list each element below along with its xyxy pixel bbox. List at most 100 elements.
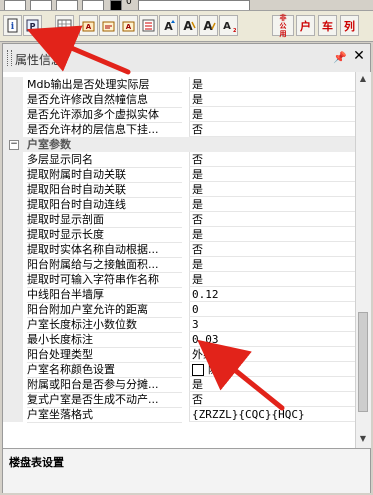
description-title: 楼盘表设置 [9, 456, 64, 469]
row-gutter [3, 317, 23, 332]
row-gutter [3, 377, 23, 392]
property-value[interactable]: 否 [189, 122, 355, 137]
property-row[interactable]: 户室长度标注小数位数 3 [3, 317, 355, 333]
pin-icon[interactable]: 📌 [333, 51, 347, 64]
color-swatch-icon [110, 0, 122, 10]
scroll-down-icon[interactable]: ▼ [358, 434, 368, 444]
row-gutter [3, 107, 23, 122]
car-button[interactable]: 车 [318, 15, 337, 36]
property-value[interactable]: 是 [189, 257, 355, 272]
row-gutter [3, 332, 23, 347]
property-value[interactable]: 随块 [189, 362, 355, 377]
layer-value: 0 [126, 0, 132, 7]
svg-text:A: A [126, 23, 132, 31]
property-row[interactable]: 是否允许材的层信息下挂... 否 [3, 122, 355, 138]
property-name: 提取时可输入字符串作名称 [27, 272, 182, 288]
collapse-icon[interactable]: − [9, 140, 19, 150]
property-value[interactable]: {ZRZZL}{CQC}{HQC} [189, 407, 355, 422]
row-gutter [3, 272, 23, 287]
property-value[interactable]: 是 [189, 272, 355, 287]
panel-titlebar[interactable]: 属性信息 📌 ✕ [3, 44, 370, 73]
property-value[interactable]: 是 [189, 107, 355, 122]
row-gutter [3, 407, 23, 422]
text-up-icon[interactable]: A [159, 15, 178, 36]
row-gutter [3, 392, 23, 407]
toolbar-fragment [4, 0, 26, 10]
property-row[interactable]: 提取阳台时自动连线是 [3, 197, 355, 213]
property-row[interactable]: 户室坐落格式 {ZRZZL}{CQC}{HQC} [3, 407, 355, 423]
property-name: 提取时实体名称自动根据... [27, 242, 182, 258]
public-button[interactable]: 非公用 [272, 14, 294, 38]
property-name: 提取时显示长度 [27, 227, 182, 243]
toolbar-fragment [56, 0, 78, 10]
property-name: 提取时显示剖面 [27, 212, 182, 228]
household-label: 户 [300, 19, 311, 33]
property-row[interactable]: 是否允许修改自然幢信息是 [3, 92, 355, 108]
row-gutter [3, 302, 23, 317]
property-row[interactable]: 提取时可输入字符串作名称是 [3, 272, 355, 288]
property-row[interactable]: 复式户室是否生成不动产... 否 [3, 392, 355, 408]
property-row[interactable]: 是否允许添加多个虚拟实体是 [3, 107, 355, 123]
property-row[interactable]: 附属或阳台是否参与分摊... 是 [3, 377, 355, 393]
property-row[interactable]: 中线阳台半墙厚 0.12 [3, 287, 355, 303]
property-name: 阳台附属给与之接触面积... [27, 257, 182, 273]
property-row[interactable]: 提取时显示长度是 [3, 227, 355, 243]
text-style-icon[interactable]: A [79, 15, 98, 36]
vertical-scrollbar[interactable]: ▲ ▼ [355, 72, 371, 448]
property-row[interactable]: 提取阳台时自动关联是 [3, 182, 355, 198]
description-pane: 楼盘表设置 [3, 448, 370, 493]
close-icon[interactable]: ✕ [352, 49, 366, 63]
text-bold-icon[interactable]: A [119, 15, 138, 36]
property-row[interactable]: Mdb输出是否处理实际层是 [3, 77, 355, 93]
property-value[interactable]: 是 [189, 92, 355, 107]
property-value[interactable]: 是 [189, 197, 355, 212]
toolbar-fragment [82, 0, 104, 10]
property-row[interactable]: 多层显示同名否 [3, 152, 355, 168]
household-button[interactable]: 户 [296, 15, 315, 36]
property-row[interactable]: 阳台附属给与之接触面积... 是 [3, 257, 355, 273]
property-value[interactable]: 外线阳台 [189, 347, 355, 362]
property-row[interactable]: 户室名称颜色设置 随块 [3, 362, 355, 378]
text-list-icon[interactable] [139, 15, 158, 36]
row-gutter [3, 257, 23, 272]
property-row[interactable]: 提取时实体名称自动根据... 否 [3, 242, 355, 258]
property-name: 复式户室是否生成不动产... [27, 392, 182, 408]
property-value[interactable]: 是 [189, 182, 355, 197]
column-button[interactable]: 列 [340, 15, 359, 36]
property-value[interactable]: 否 [189, 212, 355, 227]
property-value[interactable]: 否 [189, 152, 355, 167]
property-value[interactable]: 是 [189, 227, 355, 242]
property-name: 是否允许材的层信息下挂... [27, 122, 182, 138]
property-value[interactable]: 0.03 [189, 332, 355, 347]
svg-text:2: 2 [233, 28, 236, 33]
property-row[interactable]: 阳台附加户室允许的距离 0 [3, 302, 355, 318]
text-a2-icon[interactable]: A [199, 15, 218, 36]
property-value[interactable]: 否 [189, 392, 355, 407]
property-row[interactable]: 最小长度标注 0.03 [3, 332, 355, 348]
property-value[interactable]: 是 [189, 377, 355, 392]
row-gutter [3, 347, 23, 362]
scroll-up-icon[interactable]: ▲ [358, 74, 368, 84]
info-icon[interactable]: i [3, 15, 22, 36]
property-row[interactable]: 提取附属时自动关联是 [3, 167, 355, 183]
layer-dropdown[interactable] [138, 0, 250, 10]
pointer-icon[interactable]: P [23, 15, 42, 36]
property-row[interactable]: 提取时显示剖面否 [3, 212, 355, 228]
drag-grip[interactable] [7, 50, 12, 66]
property-value[interactable]: 0.12 [189, 287, 355, 302]
scroll-thumb[interactable] [358, 312, 368, 412]
grid-icon[interactable] [55, 15, 74, 36]
property-row[interactable]: 阳台处理类型 外线阳台 [3, 347, 355, 363]
row-gutter [3, 197, 23, 212]
category-header[interactable]: − 户室参数 [3, 137, 355, 152]
text-sub-icon[interactable]: A2 [219, 15, 238, 36]
color-swatch-icon[interactable] [192, 364, 204, 376]
text-a-icon[interactable]: A [179, 15, 198, 36]
property-value[interactable]: 否 [189, 242, 355, 257]
property-value[interactable]: 是 [189, 167, 355, 182]
text-edit-icon[interactable] [99, 15, 118, 36]
property-value[interactable]: 3 [189, 317, 355, 332]
property-value[interactable]: 是 [189, 77, 355, 92]
row-gutter [3, 122, 23, 137]
property-value[interactable]: 0 [189, 302, 355, 317]
